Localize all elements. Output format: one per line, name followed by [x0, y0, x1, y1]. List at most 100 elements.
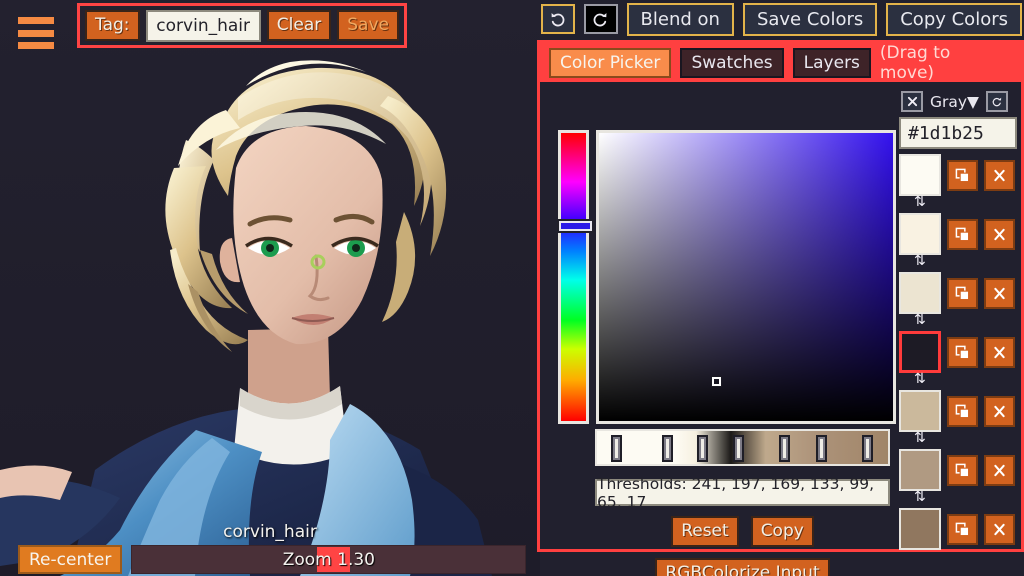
status-bar: Re-center Zoom 1.30 — [18, 545, 527, 574]
app-root: Tag: corvin_hair Clear Save Blend on Sav… — [0, 0, 1024, 576]
swatch-color-1[interactable] — [899, 213, 941, 255]
undo-arrow-icon — [551, 12, 565, 26]
swatch-color-6[interactable] — [899, 508, 941, 550]
hamburger-bar — [18, 42, 54, 49]
swatch-color-5[interactable] — [899, 449, 941, 491]
swatch-row — [896, 331, 1024, 373]
x-icon — [994, 405, 1005, 417]
hue-slider[interactable] — [557, 130, 594, 424]
copy-icon — [955, 522, 970, 536]
swatch-copy-button[interactable] — [947, 513, 978, 545]
swatch-copy-button[interactable] — [947, 218, 978, 250]
refresh-icon — [992, 97, 1002, 106]
clear-button[interactable]: Clear — [266, 10, 332, 41]
x-icon — [994, 523, 1005, 535]
tab-layers[interactable]: Layers — [792, 47, 871, 78]
copy-icon — [955, 463, 970, 477]
swatch-color-4[interactable] — [899, 390, 941, 432]
swatch-delete-button[interactable] — [984, 454, 1015, 486]
swatch-color-3-selected[interactable] — [899, 331, 941, 373]
swatch-row — [896, 390, 1024, 432]
hex-value-input[interactable]: #1d1b25 — [899, 117, 1017, 149]
panel-body: Thresholds: 241, 197, 169, 133, 99, 65, … — [540, 82, 1024, 576]
copy-colors-button[interactable]: Copy Colors — [886, 2, 1022, 36]
swatch-swap-button[interactable]: ⇅ — [896, 372, 1024, 386]
panel-header[interactable]: Color Picker Swatches Layers (Drag to mo… — [540, 42, 1021, 83]
swatch-row — [896, 272, 1024, 314]
threshold-handle[interactable] — [779, 435, 790, 462]
copy-icon — [955, 286, 970, 300]
drag-hint: (Drag to move) — [879, 42, 951, 83]
hamburger-bar — [18, 17, 54, 24]
swatch-delete-button[interactable] — [984, 395, 1015, 427]
x-icon — [994, 464, 1005, 476]
copy-icon — [955, 227, 970, 241]
swatch-copy-button[interactable] — [947, 395, 978, 427]
color-mode-dropdown[interactable]: Gray▼ — [930, 93, 979, 111]
rgb-colorize-row: RGBColorize Input — [595, 558, 890, 576]
swatch-color-0[interactable] — [899, 154, 941, 196]
threshold-gradient-bar[interactable] — [595, 429, 890, 466]
tag-input[interactable]: corvin_hair — [145, 9, 261, 42]
copy-icon — [955, 404, 970, 418]
swatch-delete-button[interactable] — [984, 336, 1015, 368]
clear-color-button[interactable] — [901, 91, 923, 112]
hex-header: Gray▼ — [896, 82, 1024, 114]
swatch-swap-button[interactable]: ⇅ — [896, 254, 1024, 268]
threshold-handle[interactable] — [816, 435, 827, 462]
threshold-handle[interactable] — [733, 435, 744, 462]
re-center-button[interactable]: Re-center — [18, 545, 123, 574]
swatch-swap-button[interactable]: ⇅ — [896, 490, 1024, 504]
swatch-copy-button[interactable] — [947, 277, 978, 309]
threshold-handle[interactable] — [697, 435, 708, 462]
zoom-slider[interactable]: Zoom 1.30 — [131, 545, 527, 574]
refresh-color-button[interactable] — [985, 91, 1008, 112]
save-colors-button[interactable]: Save Colors — [742, 2, 878, 36]
x-icon — [907, 96, 917, 107]
canvas-area[interactable] — [0, 0, 540, 576]
hue-slider-knob[interactable] — [557, 219, 594, 233]
redo-button[interactable] — [583, 4, 618, 34]
swatch-delete-button[interactable] — [984, 159, 1015, 191]
threshold-handle[interactable] — [611, 435, 622, 462]
threshold-handle[interactable] — [862, 435, 873, 462]
swatch-swap-button[interactable]: ⇅ — [896, 313, 1024, 327]
rgb-colorize-input-button[interactable]: RGBColorize Input — [655, 558, 830, 576]
threshold-actions: Reset Copy — [595, 516, 890, 547]
tab-color-picker[interactable]: Color Picker — [549, 47, 672, 78]
threshold-handle[interactable] — [662, 435, 673, 462]
tag-toolbar: Tag: corvin_hair Clear Save — [77, 3, 407, 48]
character-portrait — [0, 0, 540, 576]
swatch-row — [896, 154, 1024, 196]
tab-swatches[interactable]: Swatches — [680, 47, 784, 78]
swatch-column: Gray▼ #1d1b25 ⇅ ⇅ ⇅ ⇅ ⇅ ⇅ — [896, 82, 1024, 552]
save-button[interactable]: Save — [337, 10, 399, 41]
blend-toggle-button[interactable]: Blend on — [626, 2, 734, 36]
saturation-value-cursor[interactable] — [711, 376, 722, 387]
thresholds-readout: Thresholds: 241, 197, 169, 133, 99, 65, … — [595, 475, 890, 511]
redo-arrow-icon — [593, 12, 607, 26]
swatch-delete-button[interactable] — [984, 513, 1015, 545]
swatch-row — [896, 213, 1024, 255]
x-icon — [994, 287, 1005, 299]
saturation-value-square[interactable] — [596, 130, 896, 424]
copy-icon — [955, 168, 970, 182]
top-toolbar: Blend on Save Colors Copy Colors — [540, 2, 1022, 36]
hamburger-menu-icon[interactable] — [18, 17, 54, 49]
hamburger-bar — [18, 29, 54, 37]
undo-button[interactable] — [540, 4, 575, 34]
reset-button[interactable]: Reset — [671, 516, 739, 547]
swatch-delete-button[interactable] — [984, 277, 1015, 309]
copy-icon — [955, 345, 970, 359]
swatch-color-2[interactable] — [899, 272, 941, 314]
swatch-copy-button[interactable] — [947, 336, 978, 368]
swatch-swap-button[interactable]: ⇅ — [896, 195, 1024, 209]
swatch-row — [896, 449, 1024, 491]
swatch-delete-button[interactable] — [984, 218, 1015, 250]
copy-thresholds-button[interactable]: Copy — [750, 516, 814, 547]
tag-label: Tag: — [85, 10, 140, 41]
swatch-copy-button[interactable] — [947, 454, 978, 486]
swatch-swap-button[interactable]: ⇅ — [896, 431, 1024, 445]
swatch-row — [896, 508, 1024, 550]
swatch-copy-button[interactable] — [947, 159, 978, 191]
